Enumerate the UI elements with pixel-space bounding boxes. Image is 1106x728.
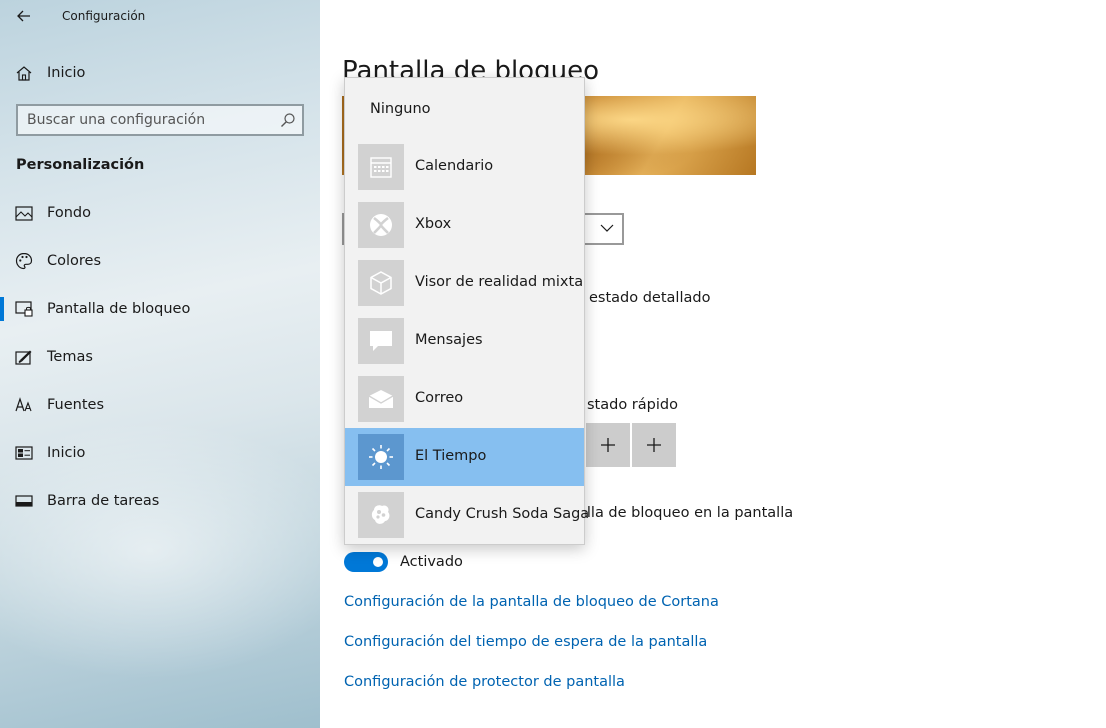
screen-timeout-settings-link[interactable]: Configuración del tiempo de espera de la… [344, 634, 707, 650]
sidebar-item-inicio[interactable]: Inicio [0, 433, 320, 473]
app-tile [358, 202, 404, 248]
popup-item-label: Calendario [415, 158, 494, 174]
app-picker-popup: Ninguno Calendario Xbox Visor de realida… [344, 77, 589, 545]
sidebar-item-pantalla-de-bloqueo[interactable]: Pantalla de bloqueo [0, 289, 320, 329]
home-icon [14, 63, 34, 83]
sidebar-home-label: Inicio [47, 65, 86, 81]
weather-sun-icon [369, 445, 393, 469]
app-tile [358, 434, 404, 480]
toggle-knob [373, 557, 383, 567]
popup-item-candy-crush[interactable]: Candy Crush Soda Saga [345, 486, 589, 544]
popup-item-label: Candy Crush Soda Saga [415, 506, 590, 522]
plus-icon [647, 438, 661, 452]
toggle-state-label: Activado [400, 554, 463, 570]
popup-item-label: Xbox [415, 216, 452, 232]
plus-icon [601, 438, 615, 452]
sidebar-item-barra-de-tareas[interactable]: Barra de tareas [0, 481, 320, 521]
app-title: Configuración [62, 9, 146, 23]
sidebar-item-label: Inicio [47, 445, 86, 461]
quick-status-label: stado rápido [587, 397, 678, 413]
app-tile [358, 318, 404, 364]
mixed-reality-icon [370, 271, 392, 295]
chevron-down-icon [600, 224, 614, 232]
popup-item-label: El Tiempo [415, 448, 487, 464]
xbox-icon [370, 214, 392, 236]
popup-item-mensajes[interactable]: Mensajes [345, 312, 584, 370]
cortana-lock-screen-settings-link[interactable]: Configuración de la pantalla de bloqueo … [344, 594, 719, 610]
screen-saver-settings-link[interactable]: Configuración de protector de pantalla [344, 674, 625, 690]
title-bar: Configuración [0, 0, 320, 34]
sidebar-item-label: Fondo [47, 205, 91, 221]
sidebar-item-label: Pantalla de bloqueo [47, 301, 191, 317]
search-input[interactable] [18, 107, 268, 133]
search-icon[interactable] [280, 112, 296, 128]
popup-item-correo[interactable]: Correo [345, 370, 584, 428]
app-tile [358, 144, 404, 190]
popup-item-calendario[interactable]: Calendario [345, 138, 584, 196]
show-background-signin-label: alla de bloqueo en la pantalla [578, 505, 794, 521]
calendar-icon [370, 157, 392, 178]
fonts-icon [14, 395, 34, 415]
sidebar-item-label: Fuentes [47, 397, 105, 413]
palette-icon [14, 251, 34, 271]
popup-item-label: Correo [415, 390, 464, 406]
brush-icon [14, 347, 34, 367]
app-tile [358, 492, 404, 538]
sidebar-item-fuentes[interactable]: Fuentes [0, 385, 320, 425]
popup-item-label: Visor de realidad mixta [415, 274, 584, 290]
sidebar-item-label: Colores [47, 253, 102, 269]
signin-background-toggle[interactable] [344, 552, 388, 572]
add-quick-status-button[interactable] [586, 423, 630, 467]
lock-screen-icon [14, 299, 34, 319]
sidebar-item-label: Temas [47, 349, 93, 365]
popup-item-label: Mensajes [415, 332, 483, 348]
start-menu-icon [14, 443, 34, 463]
search-box[interactable] [16, 104, 304, 136]
mail-icon [368, 390, 394, 408]
back-arrow-icon [17, 10, 30, 22]
candy-crush-icon [371, 505, 390, 524]
add-quick-status-button[interactable] [632, 423, 676, 467]
popup-item-el-tiempo[interactable]: El Tiempo [345, 428, 584, 486]
app-tile [358, 376, 404, 422]
section-header: Personalización [16, 157, 145, 173]
sidebar-item-fondo[interactable]: Fondo [0, 193, 320, 233]
detail-status-text: estado detallado [589, 290, 711, 306]
sidebar-item-label: Barra de tareas [47, 493, 160, 509]
message-icon [370, 331, 392, 351]
popup-item-xbox[interactable]: Xbox [345, 196, 584, 254]
taskbar-icon [14, 491, 34, 511]
popup-item-none[interactable]: Ninguno [345, 86, 584, 132]
picture-icon [14, 203, 34, 223]
back-button[interactable] [10, 4, 38, 28]
sidebar: Configuración Inicio Personalización Fon… [0, 0, 320, 728]
sidebar-item-temas[interactable]: Temas [0, 337, 320, 377]
popup-item-visor-realidad-mixta[interactable]: Visor de realidad mixta [345, 254, 584, 312]
app-tile [358, 260, 404, 306]
sidebar-home[interactable]: Inicio [0, 56, 320, 90]
sidebar-item-colores[interactable]: Colores [0, 241, 320, 281]
